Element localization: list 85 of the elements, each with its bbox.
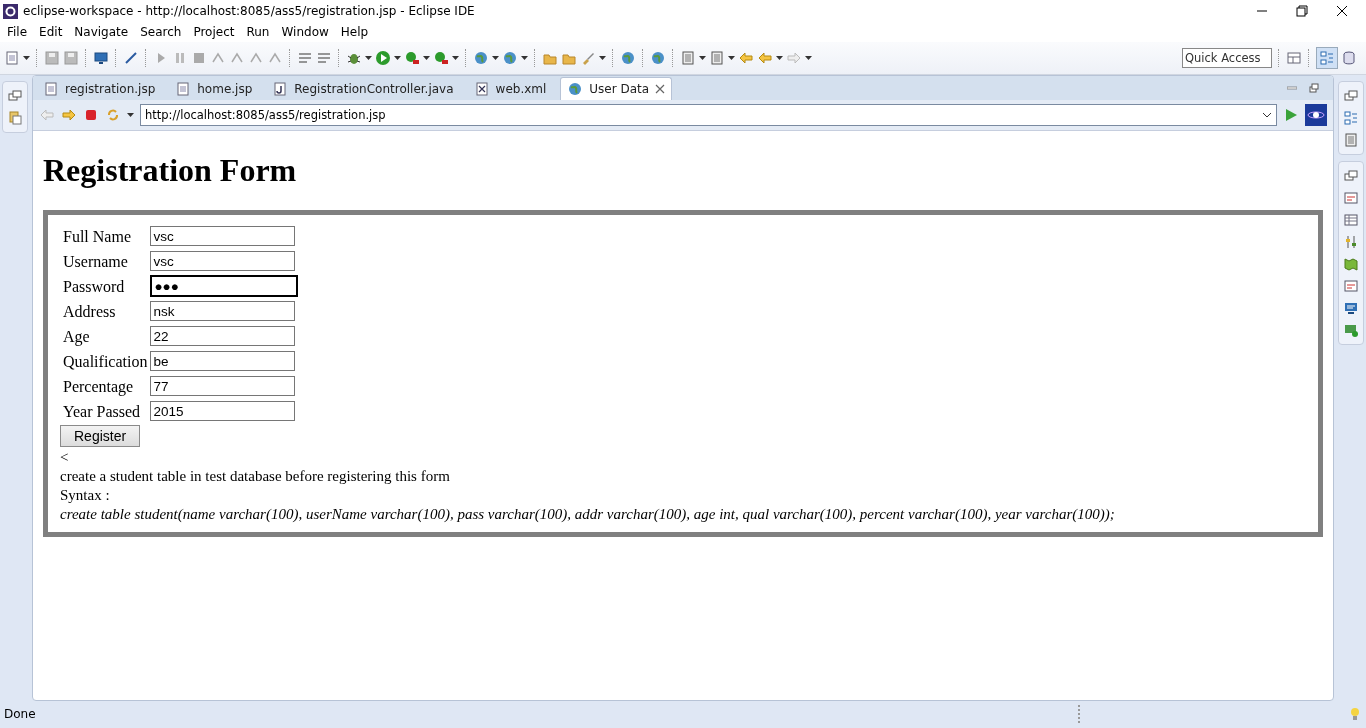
menu-item[interactable]: Window [275,25,335,39]
caret-icon[interactable] [394,56,401,60]
lightbulb-icon[interactable] [1350,707,1360,721]
map-icon[interactable] [1343,256,1359,272]
menu-item[interactable]: Run [240,25,276,39]
caret-icon[interactable] [599,56,606,60]
input-field[interactable]: be [150,351,296,372]
clipboard-icon[interactable] [7,110,23,126]
app-icon [3,3,18,19]
syntax-text: create table student(name varchar(100), userName varchar(100), pass varchar(100), addr varchar(100), age int, qual varchar(100), percent varchar(100), year varchar(100)); [60,505,1116,524]
caret-icon[interactable] [699,56,706,60]
go-icon[interactable] [1283,107,1299,123]
outline-icon[interactable] [1343,110,1359,126]
register-button[interactable]: Register [60,425,141,447]
globe-icon [567,81,584,97]
field-label: Percentage [63,377,134,395]
input-field[interactable]: vsc [150,226,296,247]
caret-icon[interactable] [423,56,430,60]
menu-item[interactable]: Project [187,25,241,39]
field-label: Address [63,302,116,320]
editor-tab[interactable]: RegistrationController.java [266,78,468,100]
form-icon[interactable] [1343,278,1359,294]
editor-tab[interactable]: web.xml [467,78,561,100]
caret-icon[interactable] [452,56,459,60]
document-icon [175,81,192,97]
caret-icon[interactable] [127,113,134,117]
minimize-icon[interactable] [1287,83,1297,93]
java-file-icon [272,81,289,97]
globe-icon[interactable] [650,50,666,66]
lines-icon[interactable] [297,50,313,66]
menu-item[interactable]: File [1,25,34,39]
syntax-label: Syntax : [60,486,111,505]
menu-item[interactable]: Search [134,25,188,39]
refresh-icon[interactable] [105,107,121,123]
caret-icon[interactable] [521,56,528,60]
input-field[interactable]: 22 [150,326,296,347]
stop-icon[interactable] [83,107,99,123]
stray-text: < [60,448,70,467]
input-field[interactable]: nsk [150,301,296,322]
sliders-icon[interactable] [1343,234,1359,250]
restore-icon[interactable] [1296,5,1308,17]
page-heading: Registration Form [43,152,298,189]
monitor-icon[interactable] [1343,300,1359,316]
menu-item[interactable]: Help [334,25,375,39]
input-field[interactable]: ●●● [150,275,299,298]
editor-tab[interactable]: User Data [560,77,673,100]
editor-tab[interactable]: registration.jsp [37,78,170,100]
form-icon[interactable] [1343,190,1359,206]
console-icon[interactable] [1343,322,1359,338]
caret-icon[interactable] [365,56,372,60]
field-label: Full Name [63,227,131,245]
globe-icon[interactable] [620,50,636,66]
perspective-icon[interactable] [1286,50,1302,66]
quick-access-field[interactable]: Quick Access [1182,48,1272,68]
monitor-icon[interactable] [93,50,109,66]
field-label: Password [63,277,125,295]
note-text: create a student table in test database before registering this form [60,467,451,486]
editor-tab[interactable]: home.jsp [169,78,267,100]
close-icon[interactable] [1336,5,1348,17]
window-title: eclipse-workspace - http://localhost:8085/ass5/registration.jsp - Eclipse IDE [23,4,476,18]
input-field[interactable]: vsc [150,251,296,272]
caret-icon[interactable] [23,56,30,60]
caret-icon[interactable] [805,56,812,60]
lines-icon[interactable] [316,50,332,66]
table-icon[interactable] [1343,212,1359,228]
field-label: Username [63,252,128,270]
field-label: Year Passed [63,402,141,420]
input-field[interactable]: 77 [150,376,296,397]
caret-icon[interactable] [492,56,499,60]
xml-file-icon [473,81,490,97]
status-text: Done [4,707,36,721]
field-label: Qualification [63,352,148,370]
document-icon [43,81,59,97]
forward-arrow-icon[interactable] [61,107,77,123]
menu-item[interactable]: Edit [33,25,69,39]
stop-icon[interactable] [191,50,207,66]
dropdown-icon[interactable] [1262,112,1272,118]
page-icon[interactable] [1343,132,1359,148]
field-label: Age [63,327,90,345]
outline-icon[interactable] [1319,50,1335,66]
menu-item[interactable]: Navigate [68,25,135,39]
caret-icon[interactable] [728,56,735,60]
url-field[interactable]: http://localhost:8085/ass5/registration.jsp [140,104,1277,126]
input-field[interactable]: 2015 [150,401,296,422]
caret-icon[interactable] [776,56,783,60]
